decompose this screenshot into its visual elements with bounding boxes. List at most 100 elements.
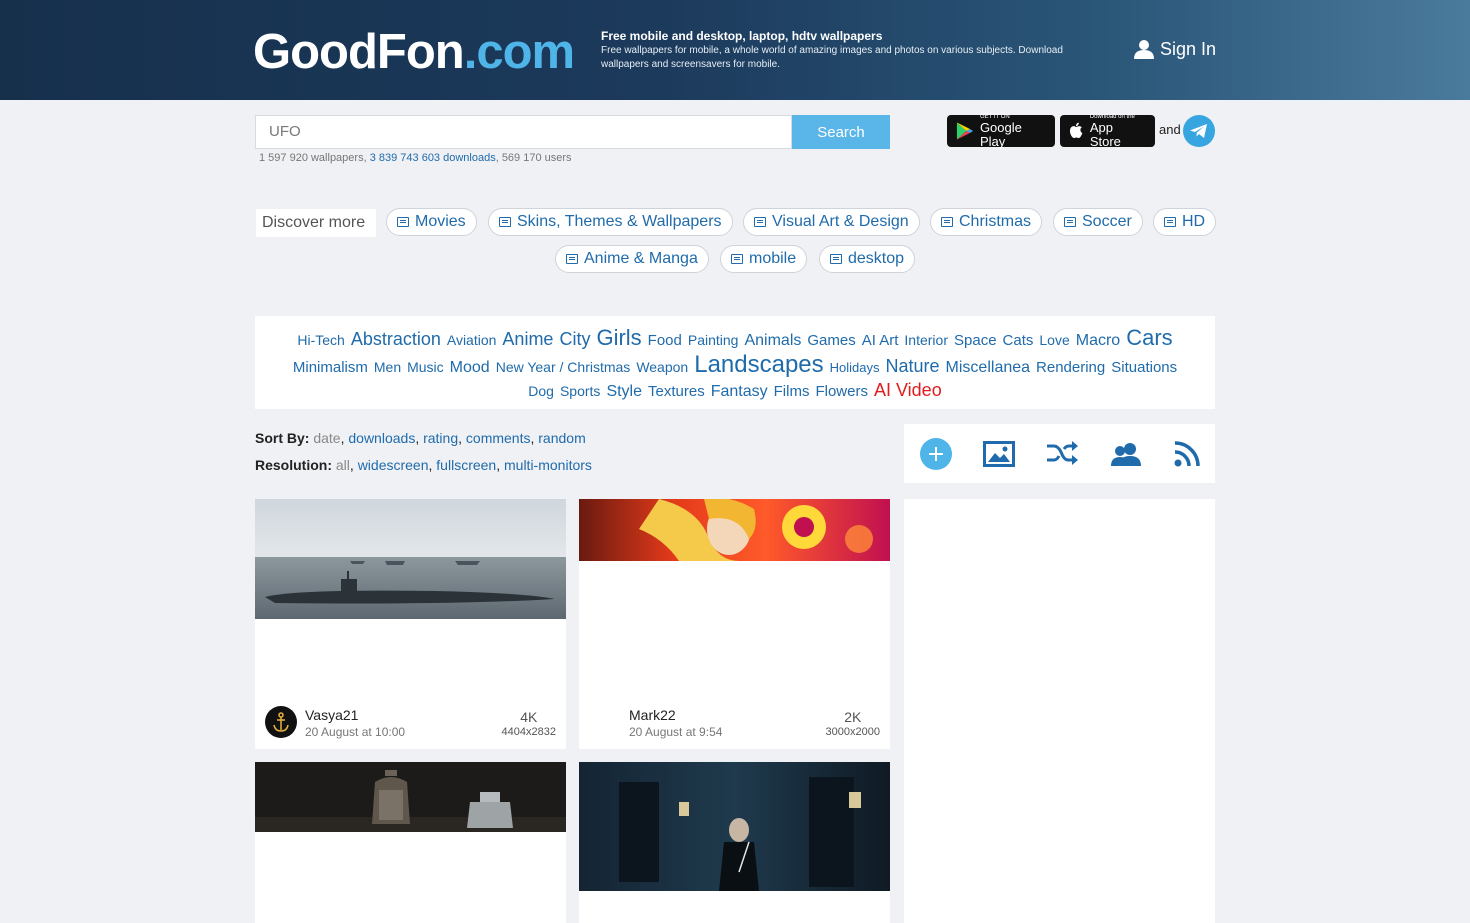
category-icon bbox=[941, 217, 953, 227]
tag-link[interactable]: Painting bbox=[688, 332, 739, 348]
site-logo[interactable]: GoodFon.com bbox=[253, 24, 575, 80]
tag-link[interactable]: Dog bbox=[528, 383, 554, 399]
pill-christmas[interactable]: Christmas bbox=[930, 208, 1043, 236]
anchor-icon bbox=[273, 712, 289, 732]
wallpaper-thumbnail-submarine[interactable] bbox=[255, 499, 566, 619]
sign-in-link[interactable]: Sign In bbox=[1134, 37, 1216, 61]
tag-link[interactable]: Anime bbox=[502, 329, 553, 349]
tag-link[interactable]: New Year / Christmas bbox=[496, 359, 631, 375]
tag-link[interactable]: Abstraction bbox=[351, 329, 441, 349]
resolution-badge: 2K 3000x2000 bbox=[826, 709, 880, 739]
wallpaper-thumbnail-lantern[interactable] bbox=[255, 762, 566, 832]
sort-option-random[interactable]: random bbox=[538, 430, 585, 446]
tag-link[interactable]: Holidays bbox=[830, 360, 880, 375]
resolution-badge: 4K 4404x2832 bbox=[502, 709, 556, 739]
resolution-option-all[interactable]: all bbox=[336, 457, 350, 473]
wallpaper-card[interactable] bbox=[255, 762, 566, 923]
pill-visual-art[interactable]: Visual Art & Design bbox=[743, 208, 920, 236]
tag-link[interactable]: Style bbox=[606, 383, 642, 400]
tag-link[interactable]: Girls bbox=[596, 325, 641, 350]
resolution-option-fullscreen[interactable]: fullscreen bbox=[436, 457, 496, 473]
tag-link[interactable]: Cats bbox=[1003, 332, 1034, 349]
tag-link[interactable]: Rendering bbox=[1036, 359, 1105, 376]
resolution-label: 4404x2832 bbox=[501, 726, 556, 738]
action-toolbar bbox=[904, 424, 1215, 483]
sort-option-rating[interactable]: rating bbox=[423, 430, 458, 446]
pill-skins[interactable]: Skins, Themes & Wallpapers bbox=[488, 208, 733, 236]
tag-link[interactable]: Games bbox=[807, 332, 855, 349]
app-store-button[interactable]: Download on the App Store bbox=[1060, 114, 1155, 149]
upload-date: 20 August at 9:54 bbox=[629, 725, 723, 739]
pill-mobile[interactable]: mobile bbox=[720, 245, 808, 273]
stats-downloads[interactable]: 3 839 743 603 downloads bbox=[370, 152, 496, 164]
user-icon bbox=[1134, 40, 1154, 59]
category-icon bbox=[397, 217, 409, 227]
tag-link[interactable]: Space bbox=[954, 332, 997, 349]
telegram-button[interactable] bbox=[1183, 115, 1215, 147]
tag-link[interactable]: Macro bbox=[1076, 332, 1120, 349]
resolution-option-multi-monitors[interactable]: multi-monitors bbox=[504, 457, 592, 473]
author-name[interactable]: Vasya21 bbox=[305, 707, 358, 723]
tag-link[interactable]: AI Art bbox=[862, 332, 899, 349]
sort-option-date[interactable]: date bbox=[313, 430, 340, 446]
tag-link[interactable]: Nature bbox=[886, 356, 940, 376]
logo-text-domain: .com bbox=[463, 25, 575, 79]
search-button[interactable]: Search bbox=[792, 115, 890, 149]
tag-link[interactable]: Weapon bbox=[636, 359, 688, 375]
tag-link[interactable]: Fantasy bbox=[711, 383, 768, 400]
rss-icon[interactable] bbox=[1174, 441, 1200, 467]
pill-anime[interactable]: Anime & Manga bbox=[555, 245, 709, 273]
and-label: and bbox=[1159, 122, 1181, 137]
tag-link[interactable]: Animals bbox=[744, 332, 801, 349]
tag-link[interactable]: City bbox=[559, 329, 590, 349]
wallpaper-card[interactable] bbox=[579, 762, 890, 923]
sort-by-label: Sort By: bbox=[255, 430, 310, 446]
tag-link[interactable]: Miscellanea bbox=[946, 359, 1030, 376]
sort-option-comments[interactable]: comments bbox=[466, 430, 531, 446]
tag-link[interactable]: Mood bbox=[450, 359, 490, 376]
tag-link[interactable]: Sports bbox=[560, 383, 600, 399]
pill-label: desktop bbox=[848, 250, 905, 267]
sort-option-downloads[interactable]: downloads bbox=[348, 430, 415, 446]
wallpaper-thumbnail-dark-hall[interactable] bbox=[579, 762, 890, 891]
site-stats: 1 597 920 wallpapers, 3 839 743 603 down… bbox=[259, 152, 572, 164]
tagline-title: Free mobile and desktop, laptop, hdtv wa… bbox=[601, 29, 883, 43]
tag-link[interactable]: Love bbox=[1039, 332, 1069, 348]
tag-link[interactable]: Music bbox=[407, 359, 444, 375]
site-header: GoodFon.com Free mobile and desktop, lap… bbox=[0, 0, 1470, 100]
quality-label: 2K bbox=[844, 709, 862, 725]
resolution-option-widescreen[interactable]: widescreen bbox=[358, 457, 429, 473]
tag-link[interactable]: Aviation bbox=[447, 332, 497, 348]
pill-desktop[interactable]: desktop bbox=[819, 245, 916, 273]
pill-soccer[interactable]: Soccer bbox=[1053, 208, 1143, 236]
wallpaper-card[interactable]: Vasya21 20 August at 10:00 4K 4404x2832 bbox=[255, 499, 566, 749]
tag-link-ai-video[interactable]: AI Video bbox=[874, 380, 942, 400]
tag-link[interactable]: Minimalism bbox=[293, 359, 368, 376]
category-icon bbox=[731, 254, 743, 264]
resolution-row: Resolution: all, widescreen, fullscreen,… bbox=[255, 457, 592, 473]
pill-hd[interactable]: HD bbox=[1153, 208, 1217, 236]
image-icon[interactable] bbox=[983, 441, 1015, 467]
author-name[interactable]: Mark22 bbox=[629, 707, 676, 723]
tag-link[interactable]: Food bbox=[648, 332, 682, 349]
tag-link[interactable]: Men bbox=[374, 359, 401, 375]
search-input[interactable]: UFO bbox=[255, 115, 792, 149]
tag-link[interactable]: Cars bbox=[1126, 325, 1172, 350]
plus-icon[interactable] bbox=[920, 438, 952, 470]
users-icon[interactable] bbox=[1111, 442, 1143, 466]
tag-link[interactable]: Textures bbox=[648, 383, 705, 400]
pill-movies[interactable]: Movies bbox=[386, 208, 477, 236]
tag-link[interactable]: Landscapes bbox=[694, 351, 823, 378]
tag-link[interactable]: Films bbox=[774, 383, 810, 400]
tag-link[interactable]: Flowers bbox=[815, 383, 868, 400]
author-avatar[interactable] bbox=[265, 706, 297, 738]
wallpaper-card[interactable]: Mark22 20 August at 9:54 2K 3000x2000 bbox=[579, 499, 890, 749]
tag-link[interactable]: Situations bbox=[1111, 359, 1177, 376]
tag-link[interactable]: Hi-Tech bbox=[297, 332, 344, 348]
tag-link[interactable]: Interior bbox=[904, 332, 948, 348]
app-store-big: App Store bbox=[1089, 119, 1121, 149]
pill-label: Movies bbox=[415, 213, 466, 230]
shuffle-icon[interactable] bbox=[1046, 440, 1078, 468]
google-play-button[interactable]: GET IT ON Google Play bbox=[947, 114, 1055, 148]
wallpaper-thumbnail-anime[interactable] bbox=[579, 499, 890, 561]
